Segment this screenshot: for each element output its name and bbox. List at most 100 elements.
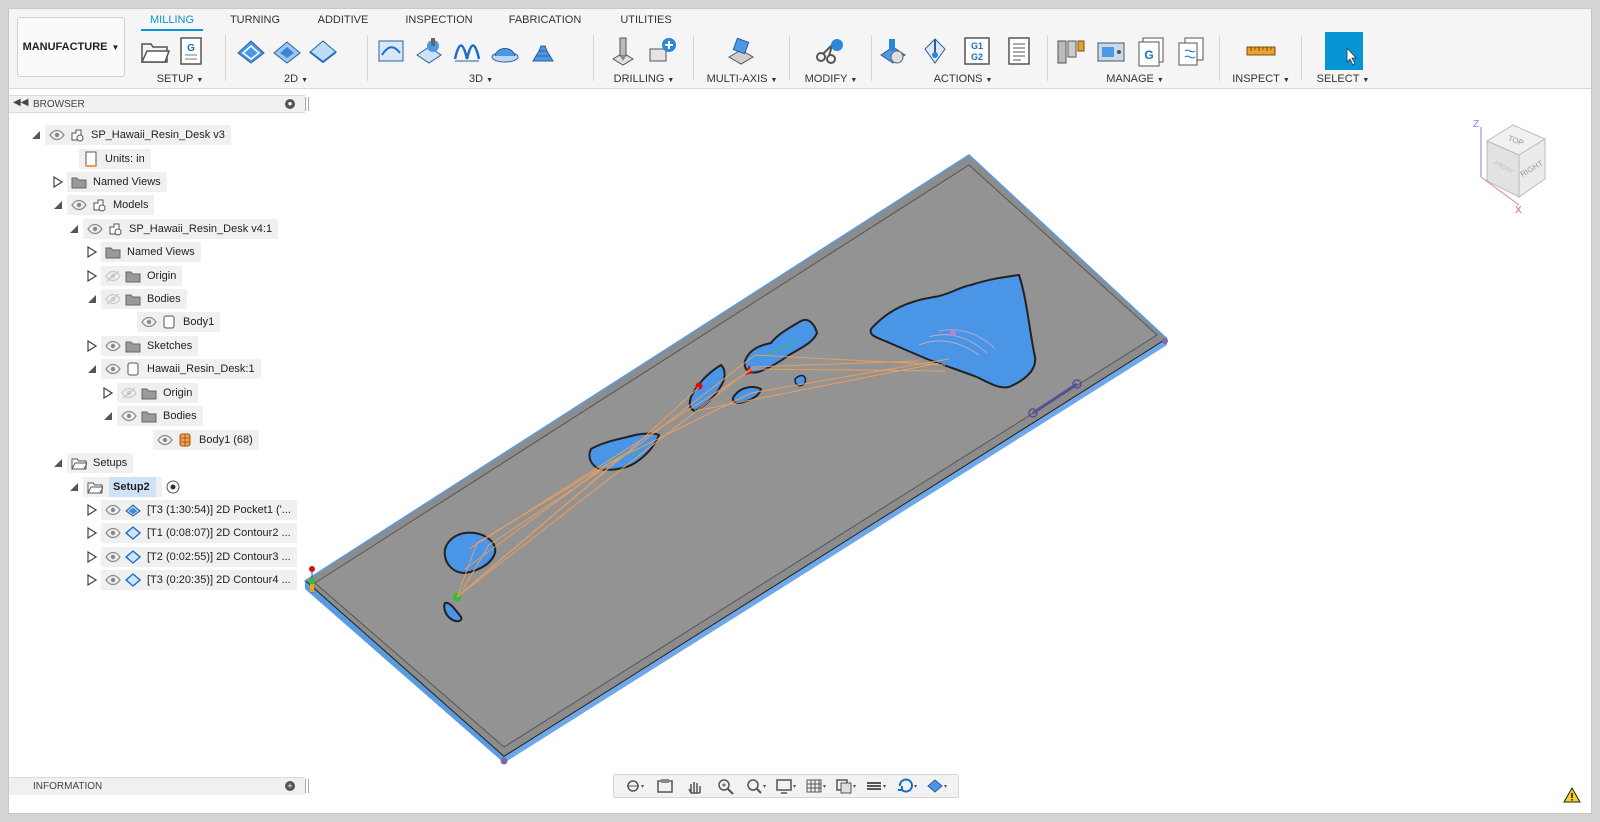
- visual-style-icon[interactable]: [925, 777, 949, 795]
- tree-node-chip[interactable]: Hawaii_Resin_Desk:1: [101, 359, 261, 379]
- expand-right-icon[interactable]: [87, 527, 97, 539]
- template-library-icon[interactable]: [1175, 35, 1207, 67]
- tree-model-named-views[interactable]: Named Views: [87, 242, 201, 262]
- tree-node-chip[interactable]: Bodies: [101, 289, 187, 309]
- scissors-icon[interactable]: [813, 35, 845, 67]
- 3d-adaptive-icon[interactable]: [375, 35, 407, 67]
- information-panel-header[interactable]: INFORMATION +: [9, 777, 305, 795]
- section-analysis-icon[interactable]: [864, 777, 888, 795]
- eye-icon[interactable]: [105, 340, 121, 352]
- select-group-label[interactable]: SELECT: [1317, 73, 1360, 85]
- expand-down-icon[interactable]: [69, 481, 79, 493]
- tree-units[interactable]: Units: in: [65, 149, 151, 169]
- tree-node-chip[interactable]: Sketches: [101, 336, 199, 356]
- look-at-icon[interactable]: [653, 777, 677, 795]
- expand-right-icon[interactable]: [87, 246, 97, 258]
- viewports-icon[interactable]: [834, 777, 858, 795]
- tree-model-bodies[interactable]: Bodies: [87, 289, 187, 309]
- tool-library-icon[interactable]: [1055, 35, 1087, 67]
- expand-right-icon[interactable]: [87, 551, 97, 563]
- view-cube[interactable]: TOP RIGHT FRONT Z X: [1473, 119, 1547, 216]
- tree-named-views[interactable]: Named Views: [53, 172, 167, 192]
- eye-icon[interactable]: [105, 574, 121, 586]
- tree-hawaii-bodies[interactable]: Bodies: [103, 406, 203, 426]
- new-setup-folder-icon[interactable]: [139, 35, 171, 67]
- tree-hawaii-origin[interactable]: Origin: [103, 383, 199, 403]
- tree-hawaii-component[interactable]: Hawaii_Resin_Desk:1: [87, 359, 261, 379]
- tree-node-chip[interactable]: Bodies: [117, 406, 203, 426]
- zoom-icon[interactable]: [714, 777, 738, 795]
- 3d-pocket-icon[interactable]: [413, 35, 445, 67]
- panel-splitter[interactable]: [305, 779, 309, 793]
- expand-down-icon[interactable]: [53, 199, 63, 211]
- simulate-icon[interactable]: [877, 35, 909, 67]
- tree-setup2[interactable]: Setup2: [69, 477, 180, 497]
- actions-group-label[interactable]: ACTIONS: [934, 73, 983, 85]
- tree-setups[interactable]: Setups: [53, 453, 134, 473]
- tree-node-chip[interactable]: Origin: [101, 266, 183, 286]
- stock-plate[interactable]: [304, 153, 1168, 765]
- machine-library-icon[interactable]: [1095, 35, 1127, 67]
- eye-icon[interactable]: [49, 129, 65, 141]
- tree-body1[interactable]: Body1: [123, 312, 221, 332]
- hole-recognition-icon[interactable]: [647, 35, 679, 67]
- expand-right-icon[interactable]: [53, 176, 63, 188]
- setup-sheet-icon[interactable]: G: [175, 35, 207, 67]
- tree-node-chip[interactable]: Named Views: [101, 242, 201, 262]
- 2d-adaptive-icon[interactable]: [235, 35, 267, 67]
- measure-ruler-icon[interactable]: [1245, 35, 1277, 67]
- eye-icon[interactable]: [157, 434, 173, 446]
- post-library-icon[interactable]: G: [1135, 35, 1167, 67]
- expand-right-icon[interactable]: [87, 340, 97, 352]
- 3d-scallop-icon[interactable]: [489, 35, 521, 67]
- tree-node-chip[interactable]: Origin: [117, 383, 199, 403]
- eye-hidden-icon[interactable]: [105, 270, 121, 282]
- tree-node-chip[interactable]: [T3 (0:20:35)] 2D Contour4 ...: [101, 570, 297, 590]
- tree-node-chip[interactable]: Setup2: [83, 477, 162, 497]
- tree-node-chip[interactable]: SP_Hawaii_Resin_Desk v4:1: [83, 219, 279, 239]
- eye-icon[interactable]: [105, 551, 121, 563]
- drilling-group-label[interactable]: DRILLING: [614, 73, 665, 85]
- setup-sheet-document-icon[interactable]: [1003, 35, 1035, 67]
- tree-node-chip[interactable]: Named Views: [67, 172, 167, 192]
- tree-node-chip[interactable]: Units: in: [79, 149, 151, 169]
- expand-down-icon[interactable]: [53, 457, 63, 469]
- expand-down-icon[interactable]: [87, 293, 97, 305]
- panel-options-icon[interactable]: ●: [285, 99, 295, 109]
- expand-panel-icon[interactable]: +: [285, 781, 295, 791]
- tab-additive[interactable]: ADDITIVE: [311, 11, 375, 31]
- selected-setup-highlight[interactable]: Setup2: [109, 477, 156, 497]
- collapse-panel-icon[interactable]: ◀◀: [13, 97, 28, 108]
- tab-fabrication[interactable]: FABRICATION: [503, 11, 587, 31]
- manage-group-label[interactable]: MANAGE: [1106, 73, 1154, 85]
- expand-right-icon[interactable]: [87, 504, 97, 516]
- 2d-contour-icon[interactable]: [307, 35, 339, 67]
- eye-icon[interactable]: [105, 504, 121, 516]
- setup-group-label[interactable]: SETUP: [157, 73, 194, 85]
- tree-sketches[interactable]: Sketches: [87, 336, 199, 356]
- active-setup-radio-icon[interactable]: [166, 480, 180, 494]
- workspace-switcher-button[interactable]: MANUFACTURE ▼: [17, 17, 125, 77]
- tree-body1-mesh[interactable]: Body1 (68): [139, 430, 259, 450]
- select-cursor-icon[interactable]: [1325, 32, 1363, 70]
- orbit-icon[interactable]: [623, 777, 647, 795]
- tab-inspection[interactable]: INSPECTION: [401, 11, 477, 31]
- tab-milling[interactable]: MILLING: [141, 11, 203, 31]
- simulate-with-machine-icon[interactable]: [919, 35, 951, 67]
- expand-right-icon[interactable]: [87, 574, 97, 586]
- tree-node-chip[interactable]: SP_Hawaii_Resin_Desk v3: [45, 125, 231, 145]
- eye-hidden-icon[interactable]: [105, 293, 121, 305]
- drill-icon[interactable]: [607, 35, 639, 67]
- tree-op-2d-pocket1[interactable]: [T3 (1:30:54)] 2D Pocket1 ('...: [87, 500, 297, 520]
- expand-right-icon[interactable]: [103, 387, 113, 399]
- modify-group-label[interactable]: MODIFY: [805, 73, 848, 85]
- tree-node-chip[interactable]: [T1 (0:08:07)] 2D Contour2 ...: [101, 523, 297, 543]
- inspect-group-label[interactable]: INSPECT: [1232, 73, 1280, 85]
- pan-hand-icon[interactable]: [683, 777, 707, 795]
- eye-icon[interactable]: [87, 223, 103, 235]
- multiaxis-group-label[interactable]: MULTI-AXIS: [707, 73, 768, 85]
- eye-icon[interactable]: [105, 527, 121, 539]
- eye-icon[interactable]: [121, 410, 137, 422]
- refresh-toolpath-icon[interactable]: [895, 777, 919, 795]
- expand-down-icon[interactable]: [69, 223, 79, 235]
